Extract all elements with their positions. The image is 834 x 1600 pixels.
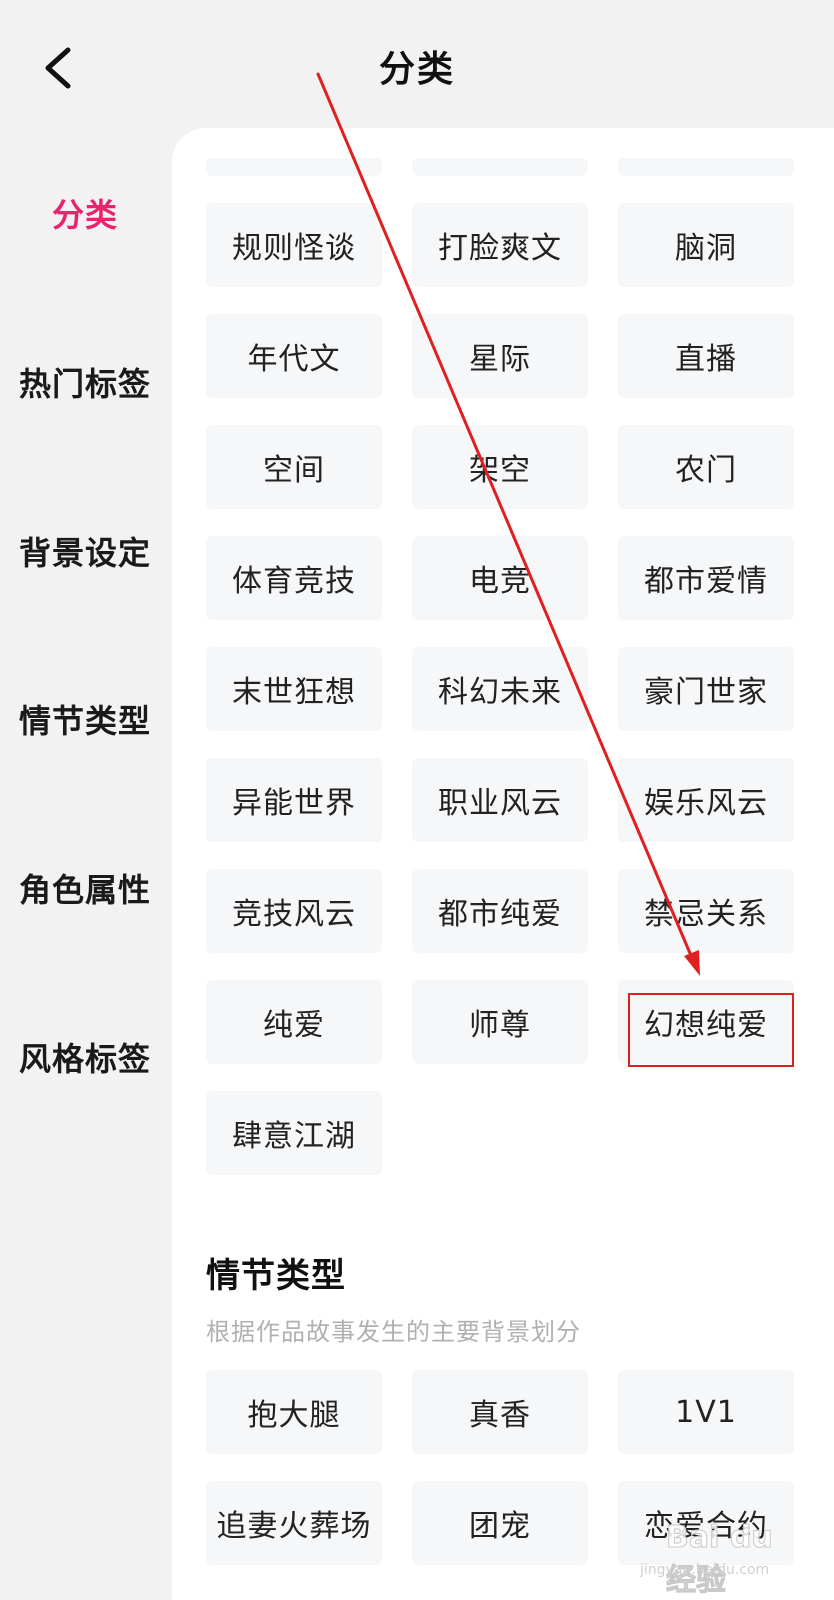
tag-item[interactable]: 豪门世家 [618, 647, 794, 731]
tag-item[interactable]: 追妻火葬场 [206, 1481, 382, 1565]
tag-item[interactable]: 职业风云 [412, 758, 588, 842]
tag-item[interactable]: 末世狂想 [206, 647, 382, 731]
tag-item-highlighted[interactable]: 幻想纯爱 [618, 980, 794, 1064]
tag-item[interactable]: 脑洞 [618, 203, 794, 287]
section-description: 根据作品故事发生的主要背景划分 [206, 1318, 581, 1346]
sidebar: 分类 热门标签 背景设定 情节类型 角色属性 风格标签 [0, 128, 170, 1600]
tag-item[interactable]: 年代文 [206, 314, 382, 398]
tag-item[interactable]: 娱乐风云 [618, 758, 794, 842]
tag-partial [206, 158, 382, 176]
sidebar-item-background[interactable]: 背景设定 [0, 528, 170, 574]
tag-item[interactable]: 纯爱 [206, 980, 382, 1064]
sidebar-item-hot-tags[interactable]: 热门标签 [0, 359, 170, 405]
tag-item[interactable]: 都市爱情 [618, 536, 794, 620]
tag-item[interactable]: 科幻未来 [412, 647, 588, 731]
tag-item[interactable]: 团宠 [412, 1481, 588, 1565]
page-title: 分类 [378, 49, 455, 90]
sidebar-item-plot-type[interactable]: 情节类型 [0, 696, 170, 742]
sidebar-item-categories[interactable]: 分类 [0, 190, 170, 236]
tag-partial [618, 158, 794, 176]
tag-item[interactable]: 打脸爽文 [412, 203, 588, 287]
tag-item[interactable]: 体育竞技 [206, 536, 382, 620]
sidebar-item-character[interactable]: 角色属性 [0, 865, 170, 911]
tag-partial [412, 158, 588, 176]
tag-item[interactable]: 真香 [412, 1370, 588, 1454]
header-bar: 分类 [0, 0, 834, 128]
tag-item[interactable]: 禁忌关系 [618, 869, 794, 953]
tag-item[interactable]: 竞技风云 [206, 869, 382, 953]
tag-item[interactable]: 师尊 [412, 980, 588, 1064]
section-title-plot-type: 情节类型 [206, 1256, 346, 1296]
tag-item[interactable]: 异能世界 [206, 758, 382, 842]
tag-item[interactable]: 星际 [412, 314, 588, 398]
tag-item[interactable]: 空间 [206, 425, 382, 509]
tag-item[interactable]: 电竞 [412, 536, 588, 620]
tag-item[interactable]: 直播 [618, 314, 794, 398]
category-content-panel[interactable]: 规则怪谈 打脸爽文 脑洞 年代文 星际 直播 空间 架空 农门 体育竞技 电竞 … [172, 128, 834, 1600]
tag-item[interactable]: 都市纯爱 [412, 869, 588, 953]
tag-item[interactable]: 农门 [618, 425, 794, 509]
tag-item[interactable]: 架空 [412, 425, 588, 509]
tag-item[interactable]: 恋爱合约 [618, 1481, 794, 1565]
tag-item[interactable]: 1V1 [618, 1370, 794, 1454]
tag-item[interactable]: 抱大腿 [206, 1370, 382, 1454]
tag-item[interactable]: 规则怪谈 [206, 203, 382, 287]
tag-item[interactable]: 肆意江湖 [206, 1091, 382, 1175]
sidebar-item-style-tags[interactable]: 风格标签 [0, 1034, 170, 1080]
